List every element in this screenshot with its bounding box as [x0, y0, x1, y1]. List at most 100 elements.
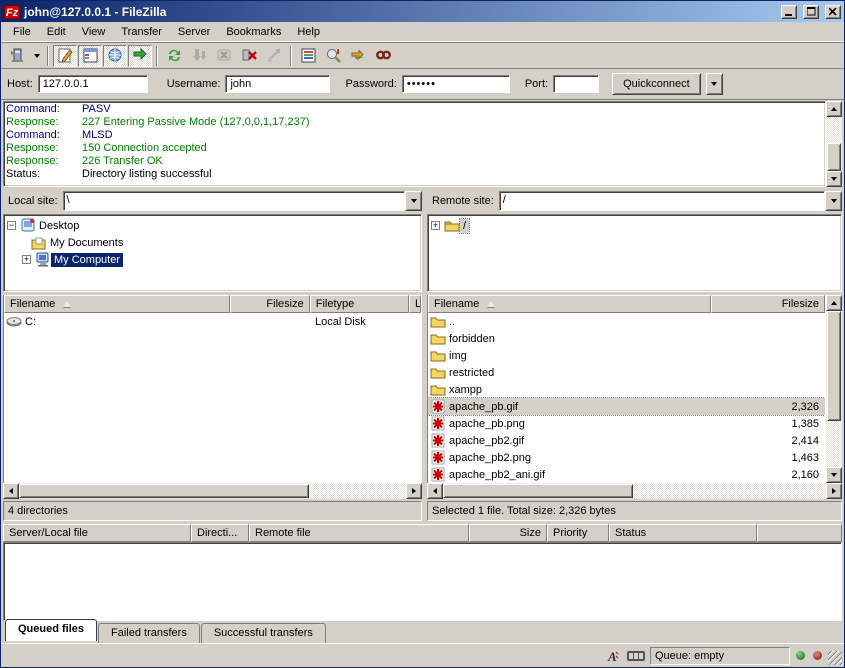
- quickconnect-button[interactable]: Quickconnect: [612, 73, 701, 95]
- menu-file[interactable]: File: [5, 24, 39, 40]
- sync-browse-button[interactable]: [346, 45, 370, 67]
- column-header-direction[interactable]: Directi...: [191, 524, 249, 542]
- column-header-filesize[interactable]: Filesize: [230, 295, 309, 313]
- folder-icon: [430, 314, 446, 330]
- transfer-type-ascii-icon[interactable]: A: [602, 648, 622, 664]
- scroll-up-button[interactable]: [826, 101, 842, 117]
- file-row[interactable]: apache_pb.png1,385: [428, 415, 825, 432]
- username-input[interactable]: [225, 75, 330, 93]
- dropdown-arrow-icon: [34, 54, 40, 58]
- scrollbar-thumb[interactable]: [827, 311, 841, 421]
- password-input[interactable]: [402, 75, 510, 93]
- scroll-left-button[interactable]: [427, 483, 443, 499]
- expand-icon[interactable]: +: [431, 221, 440, 230]
- scroll-right-button[interactable]: [826, 483, 842, 499]
- file-row[interactable]: restricted: [428, 364, 825, 381]
- expand-icon[interactable]: +: [22, 255, 31, 264]
- local-site-row: Local site: \: [3, 190, 422, 212]
- host-input[interactable]: [38, 75, 148, 93]
- menu-view[interactable]: View: [74, 24, 114, 40]
- remote-vertical-scrollbar[interactable]: [826, 295, 842, 483]
- site-manager-dropdown[interactable]: [30, 45, 43, 67]
- column-header-priority[interactable]: Priority: [547, 524, 609, 542]
- tab-failed-transfers[interactable]: Failed transfers: [98, 623, 200, 643]
- speed-limit-icon[interactable]: [626, 648, 646, 664]
- tree-label[interactable]: Desktop: [36, 219, 82, 233]
- file-row-selected[interactable]: apache_pb.gif2,326: [428, 398, 825, 415]
- local-site-combo[interactable]: \: [63, 191, 422, 211]
- scroll-right-button[interactable]: [406, 483, 422, 499]
- toggle-local-tree-button[interactable]: [78, 45, 102, 67]
- local-site-dropdown[interactable]: [405, 191, 422, 211]
- scroll-down-button[interactable]: [826, 171, 842, 187]
- quickconnect-dropdown[interactable]: [706, 73, 723, 95]
- dropdown-arrow-icon: [711, 82, 717, 86]
- remote-site-dropdown[interactable]: [825, 191, 842, 211]
- file-row[interactable]: apache_pb2.png1,463: [428, 449, 825, 466]
- search-button[interactable]: [371, 45, 395, 67]
- toggle-queue-button[interactable]: [128, 45, 152, 67]
- scrollbar-thumb[interactable]: [19, 484, 309, 498]
- tab-successful-transfers[interactable]: Successful transfers: [201, 623, 326, 643]
- site-manager-button[interactable]: [5, 45, 29, 67]
- column-header-size[interactable]: Size: [469, 524, 547, 542]
- toggle-remote-tree-button[interactable]: [103, 45, 127, 67]
- scroll-left-button[interactable]: [3, 483, 19, 499]
- tree-item-root[interactable]: + /: [429, 217, 840, 234]
- local-site-value[interactable]: \: [63, 191, 405, 211]
- column-header-server-local-file[interactable]: Server/Local file: [3, 524, 191, 542]
- column-header-filename[interactable]: Filename: [4, 295, 230, 313]
- reconnect-button[interactable]: [262, 45, 286, 67]
- port-input[interactable]: [553, 75, 599, 93]
- menu-server[interactable]: Server: [170, 24, 218, 40]
- menu-help[interactable]: Help: [289, 24, 328, 40]
- column-header-filetype[interactable]: Filetype: [310, 295, 409, 313]
- minimize-button[interactable]: [781, 5, 797, 19]
- column-header-lastmodified[interactable]: L: [409, 295, 421, 313]
- maximize-button[interactable]: [803, 5, 819, 19]
- scrollbar-thumb[interactable]: [827, 143, 841, 171]
- tree-item-my-documents[interactable]: My Documents: [5, 234, 420, 251]
- remote-site-value[interactable]: /: [499, 191, 825, 211]
- column-header-filename[interactable]: Filename: [428, 295, 711, 313]
- tree-label-selected[interactable]: /: [460, 219, 469, 233]
- column-header-status[interactable]: Status: [609, 524, 757, 542]
- file-row-c-drive[interactable]: C: Local Disk: [4, 313, 421, 330]
- resize-grip[interactable]: [828, 651, 842, 665]
- file-row[interactable]: img: [428, 347, 825, 364]
- scroll-up-button[interactable]: [826, 295, 842, 311]
- close-button[interactable]: [825, 5, 841, 19]
- scroll-down-button[interactable]: [826, 467, 842, 483]
- remote-horizontal-scrollbar[interactable]: [427, 483, 842, 499]
- column-header-remote-file[interactable]: Remote file: [249, 524, 469, 542]
- dropdown-arrow-icon: [411, 199, 417, 203]
- menu-bookmarks[interactable]: Bookmarks: [218, 24, 289, 40]
- file-row[interactable]: apache_pb2_ani.gif2,160: [428, 466, 825, 483]
- file-row[interactable]: ..: [428, 313, 825, 330]
- column-header-filesize[interactable]: Filesize: [711, 295, 825, 313]
- remote-site-combo[interactable]: /: [499, 191, 842, 211]
- toggle-message-log-button[interactable]: [53, 45, 77, 67]
- cancel-operation-button[interactable]: [212, 45, 236, 67]
- file-row[interactable]: xampp: [428, 381, 825, 398]
- disconnect-button[interactable]: [237, 45, 261, 67]
- tree-label-selected[interactable]: My Computer: [51, 253, 123, 267]
- collapse-icon[interactable]: −: [7, 221, 16, 230]
- toolbar-separator: [290, 46, 292, 66]
- compare-button[interactable]: [321, 45, 345, 67]
- refresh-button[interactable]: [162, 45, 186, 67]
- tab-queued-files[interactable]: Queued files: [5, 619, 97, 641]
- scrollbar-thumb[interactable]: [443, 484, 633, 498]
- filter-button[interactable]: [296, 45, 320, 67]
- tree-item-desktop[interactable]: − Desktop: [5, 217, 420, 234]
- tree-item-my-computer[interactable]: + My Computer: [5, 251, 420, 268]
- tree-label[interactable]: My Documents: [47, 236, 126, 250]
- menu-edit[interactable]: Edit: [39, 24, 74, 40]
- menu-transfer[interactable]: Transfer: [113, 24, 170, 40]
- process-queue-button[interactable]: [187, 45, 211, 67]
- file-row[interactable]: apache_pb2.gif2,414: [428, 432, 825, 449]
- image-file-icon: [430, 399, 446, 415]
- file-row[interactable]: forbidden: [428, 330, 825, 347]
- log-scrollbar[interactable]: [826, 101, 842, 187]
- local-horizontal-scrollbar[interactable]: [3, 483, 422, 499]
